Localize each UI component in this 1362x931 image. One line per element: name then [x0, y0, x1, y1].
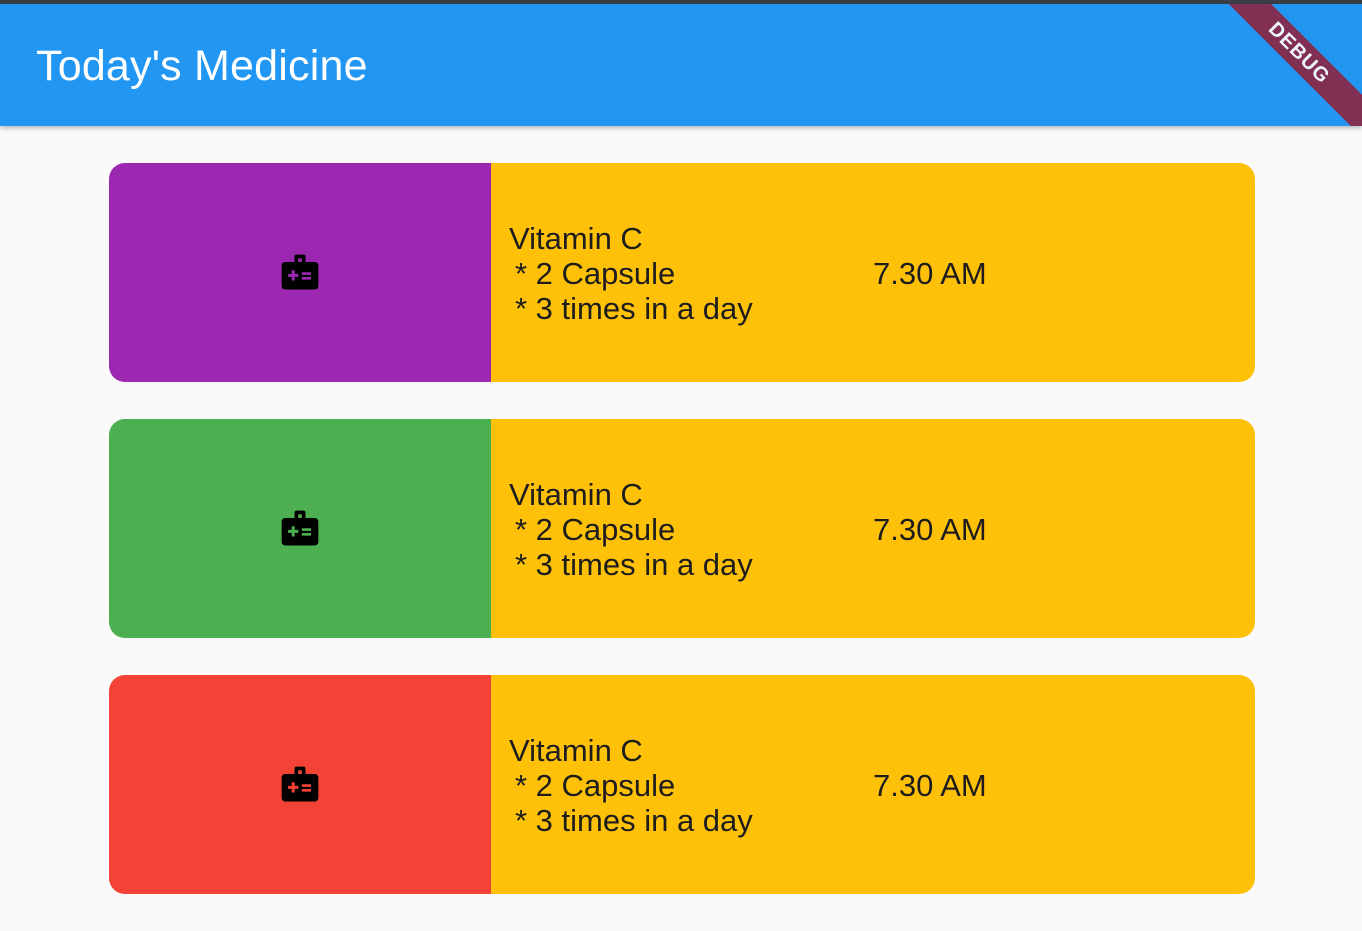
medicine-name: Vitamin C — [509, 221, 643, 256]
app-bar: Today's Medicine DEBUG — [0, 4, 1362, 126]
medicine-icon-panel — [109, 675, 491, 894]
medicine-dose: * 2 Capsule — [515, 512, 676, 547]
medicine-frequency: * 3 times in a day — [515, 291, 753, 326]
medical-kit-icon — [278, 763, 322, 807]
medicine-dose: * 2 Capsule — [515, 256, 676, 291]
medicine-name: Vitamin C — [509, 733, 643, 768]
medicine-icon-panel — [109, 163, 491, 382]
medicine-name: Vitamin C — [509, 477, 643, 512]
medicine-list: Vitamin C * 2 Capsule * 3 times in a day… — [109, 163, 1255, 931]
medicine-info-panel: Vitamin C * 2 Capsule * 3 times in a day… — [491, 419, 1255, 638]
medicine-frequency: * 3 times in a day — [515, 803, 753, 838]
medicine-card[interactable]: Vitamin C * 2 Capsule * 3 times in a day… — [109, 675, 1255, 894]
medical-kit-icon — [278, 251, 322, 295]
medicine-card[interactable]: Vitamin C * 2 Capsule * 3 times in a day… — [109, 163, 1255, 382]
medicine-frequency: * 3 times in a day — [515, 547, 753, 582]
medicine-time: 7.30 AM — [873, 768, 987, 803]
medicine-time: 7.30 AM — [873, 256, 987, 291]
medicine-info-panel: Vitamin C * 2 Capsule * 3 times in a day… — [491, 163, 1255, 382]
medicine-info-panel: Vitamin C * 2 Capsule * 3 times in a day… — [491, 675, 1255, 894]
medicine-dose: * 2 Capsule — [515, 768, 676, 803]
page-title: Today's Medicine — [36, 42, 368, 90]
medical-kit-icon — [278, 507, 322, 551]
medicine-card[interactable]: Vitamin C * 2 Capsule * 3 times in a day… — [109, 419, 1255, 638]
debug-banner: DEBUG — [1200, 4, 1362, 126]
medicine-icon-panel — [109, 419, 491, 638]
medicine-time: 7.30 AM — [873, 512, 987, 547]
